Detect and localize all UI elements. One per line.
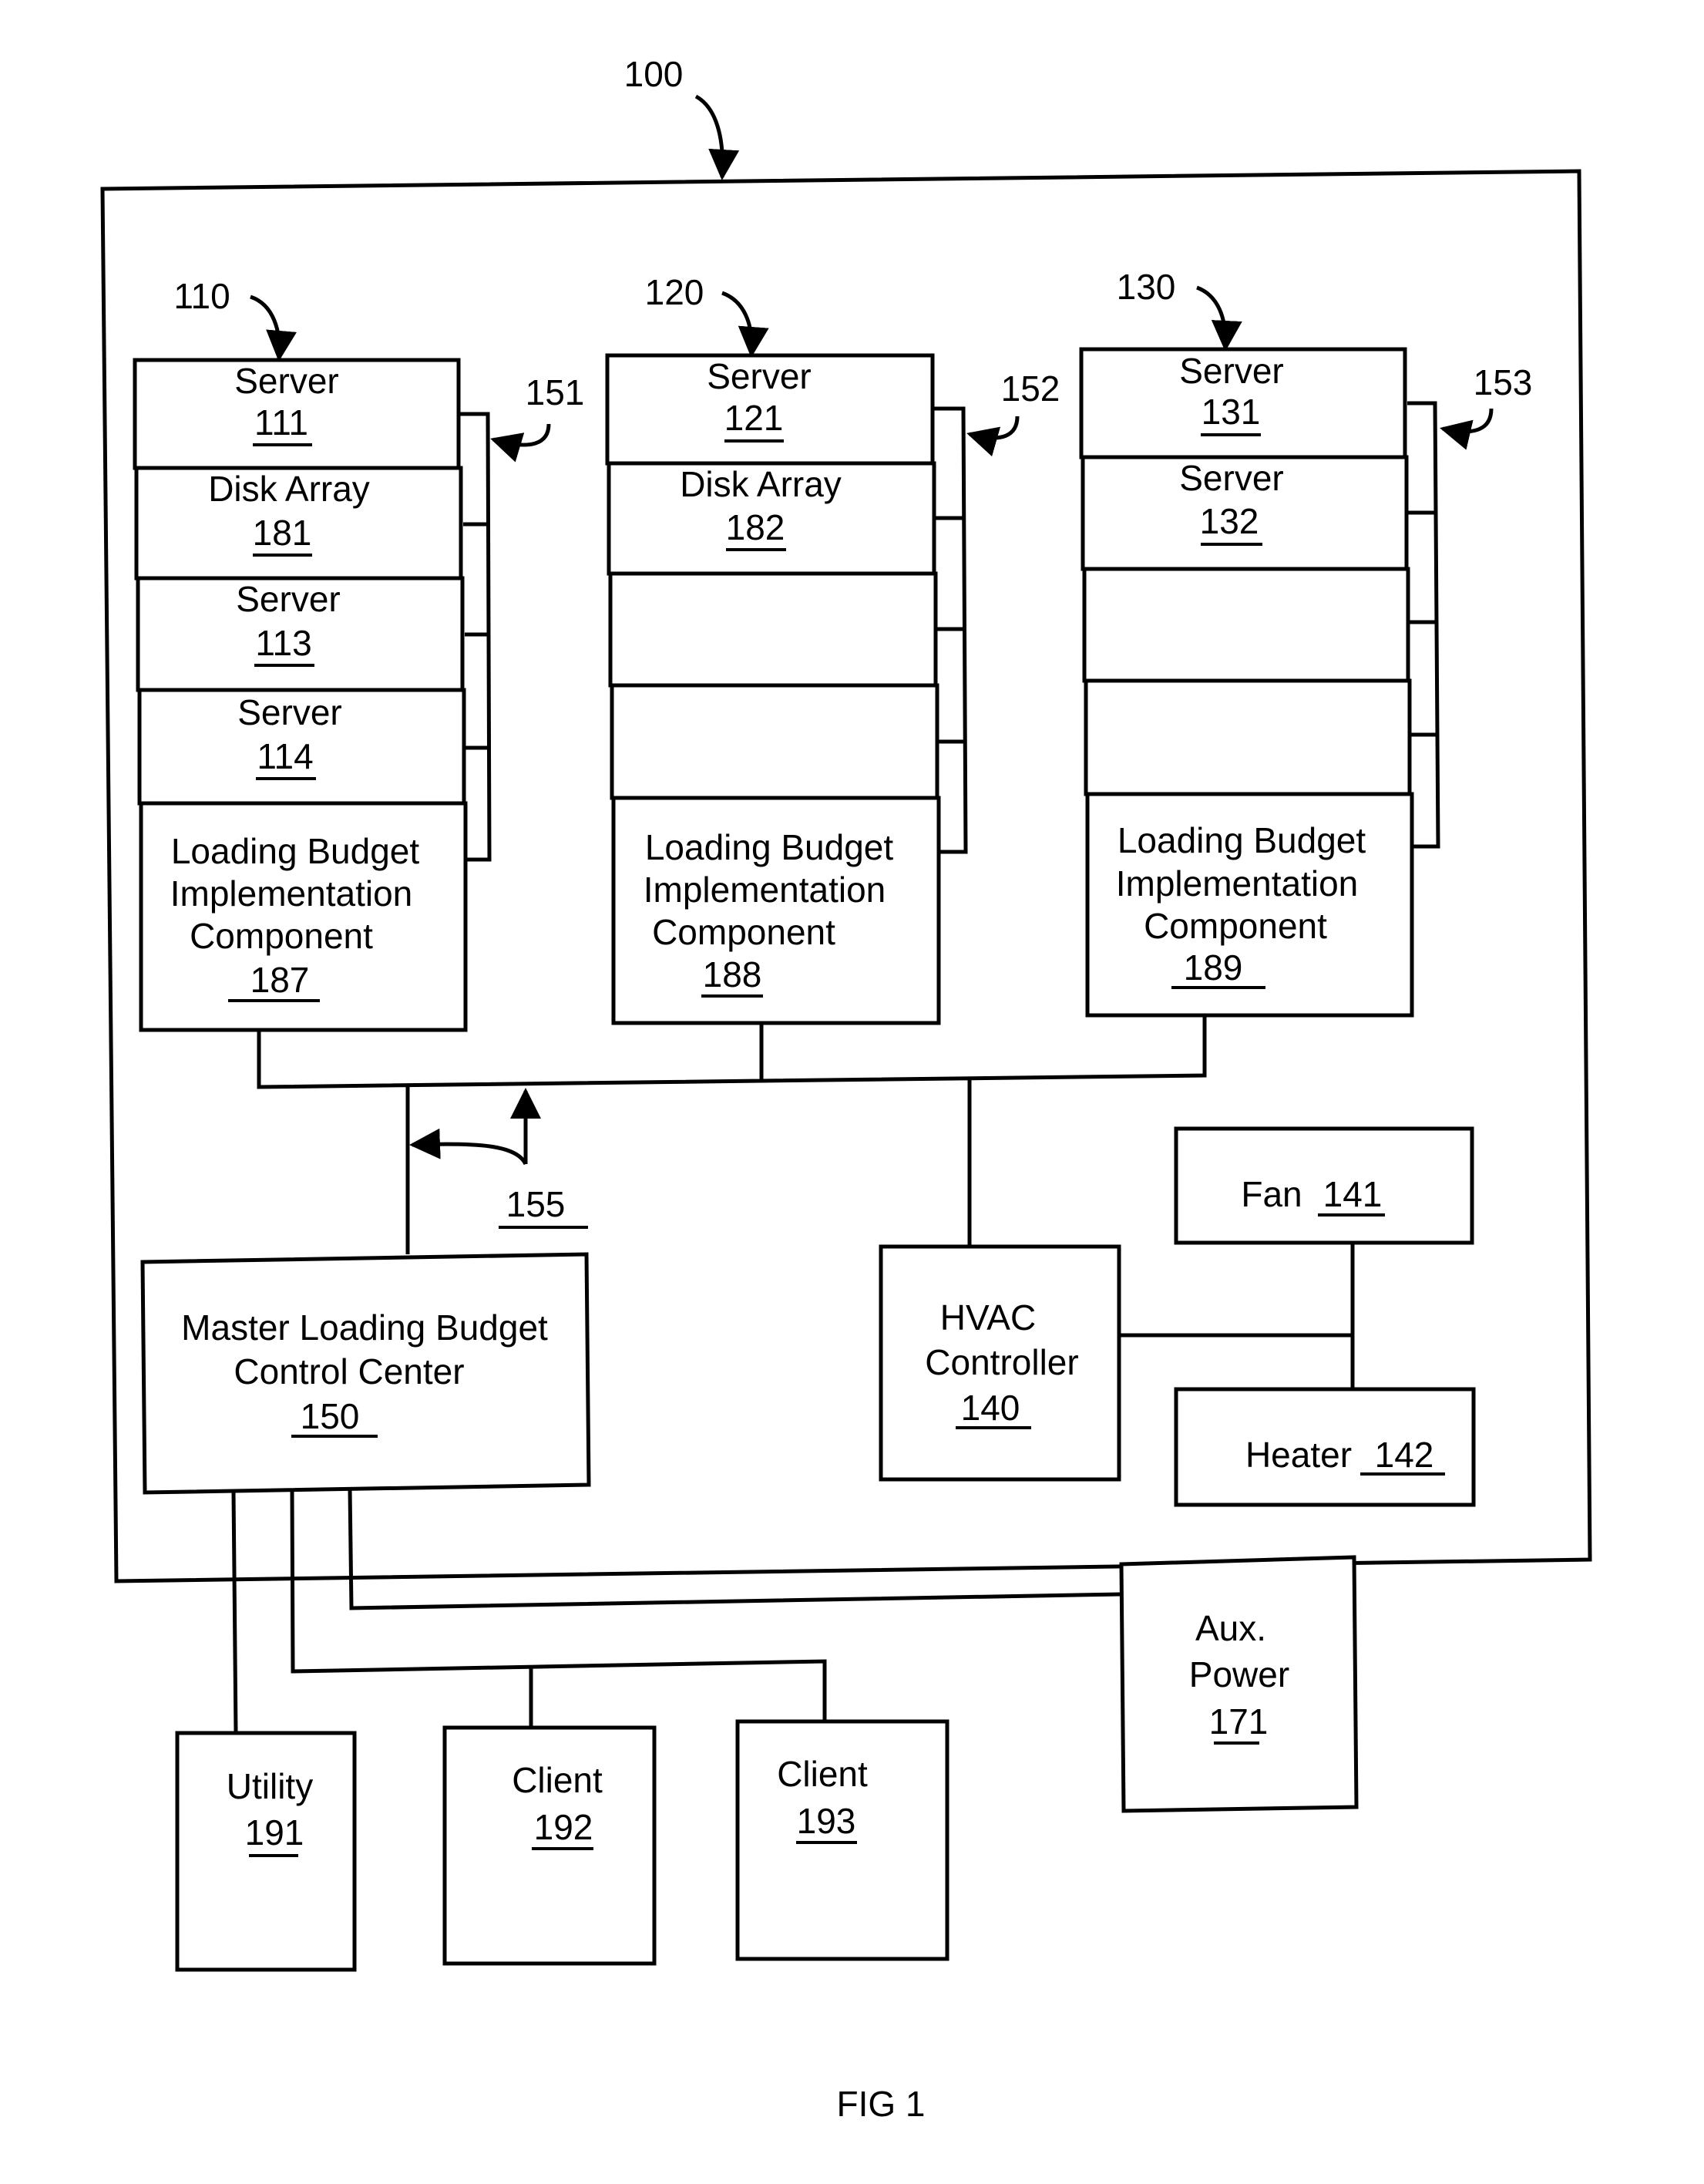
hvac-line: HVAC — [940, 1297, 1036, 1338]
slot-number: 182 — [726, 507, 785, 547]
client-number: 193 — [797, 1801, 856, 1841]
slot-number: 114 — [257, 736, 313, 776]
aux-power-line: Power — [1189, 1654, 1289, 1694]
hvac-number: 140 — [961, 1388, 1020, 1428]
fan-number: 141 — [1323, 1174, 1383, 1214]
component-number: 189 — [1184, 947, 1243, 988]
component-line: Loading Budget — [171, 831, 420, 871]
component-line: Implementation — [644, 870, 886, 910]
component-line: Component — [1144, 906, 1327, 946]
master-to-utility-line — [231, 1492, 238, 1734]
slot-name: Server — [236, 579, 340, 619]
component-line: Implementation — [1116, 863, 1359, 904]
rack-ref-label: 130 — [1117, 267, 1176, 307]
utility[interactable]: Utility 191 — [175, 1731, 357, 1972]
component-line: Implementation — [170, 873, 413, 914]
rack-slot-empty[interactable] — [1084, 678, 1412, 796]
heater[interactable]: Heater 142 — [1174, 1387, 1476, 1507]
aux-power-number: 171 — [1209, 1701, 1269, 1741]
slot-name: Disk Array — [208, 469, 370, 509]
component-line: Loading Budget — [1118, 820, 1366, 860]
client-193[interactable]: Client 193 — [735, 1719, 949, 1961]
rack-ref-label: 120 — [645, 272, 704, 312]
component-number: 187 — [250, 960, 310, 1000]
heater-number: 142 — [1375, 1435, 1434, 1475]
rack-slot-empty[interactable] — [610, 683, 939, 800]
master-line: Control Center — [234, 1351, 464, 1392]
slot-number: 131 — [1202, 392, 1261, 432]
aux-power[interactable]: Aux. Power 171 — [1119, 1555, 1359, 1813]
slot-number: 132 — [1200, 501, 1259, 541]
utility-number: 191 — [245, 1812, 304, 1853]
rack-slot-empty[interactable] — [608, 571, 938, 688]
slot-number: 121 — [724, 398, 784, 438]
slot-name: Server — [234, 361, 338, 401]
bus-ref-label: 153 — [1474, 362, 1533, 402]
component-line: Loading Budget — [645, 827, 894, 867]
client-number: 192 — [534, 1807, 593, 1847]
rack-slot-empty[interactable] — [1082, 567, 1410, 683]
system-ref-arrow — [694, 94, 740, 180]
slot-number: 113 — [255, 623, 311, 663]
hvac-controller[interactable]: HVAC Controller 140 — [879, 1244, 1121, 1482]
master-line: Master Loading Budget — [181, 1307, 548, 1348]
bus-ref-label: 152 — [1001, 368, 1060, 409]
client-192[interactable]: Client 192 — [442, 1725, 657, 1966]
fan[interactable]: Fan 141 — [1174, 1126, 1474, 1245]
slot-number: 111 — [254, 402, 308, 443]
component-number: 188 — [703, 954, 762, 994]
network-ref-label: 155 — [506, 1184, 566, 1224]
bus-ref-label: 151 — [526, 372, 585, 412]
hvac-line: Controller — [925, 1342, 1078, 1382]
utility-name: Utility — [227, 1766, 313, 1806]
slot-name: Server — [707, 356, 811, 396]
client-name: Client — [512, 1760, 603, 1800]
system-ref-label: 100 — [624, 54, 684, 94]
rack-ref-label: 110 — [173, 276, 230, 316]
slot-name: Server — [1179, 351, 1283, 391]
client-name: Client — [777, 1754, 868, 1794]
slot-name: Disk Array — [680, 464, 842, 504]
slot-name: Server — [237, 692, 341, 732]
slot-name: Server — [1179, 458, 1283, 498]
heater-name: Heater — [1245, 1435, 1352, 1475]
slot-number: 181 — [253, 513, 312, 553]
patent-figure: 100 110 Server 111 Disk Array 181 Server… — [100, 54, 1592, 2124]
fan-name: Fan — [1241, 1174, 1302, 1214]
component-line: Component — [190, 916, 373, 956]
master-number: 150 — [301, 1396, 360, 1436]
component-line: Component — [652, 912, 835, 952]
figure-label: FIG 1 — [836, 2084, 925, 2124]
master-control-center[interactable]: Master Loading Budget Control Center 150 — [140, 1252, 591, 1495]
aux-power-line: Aux. — [1195, 1608, 1266, 1648]
